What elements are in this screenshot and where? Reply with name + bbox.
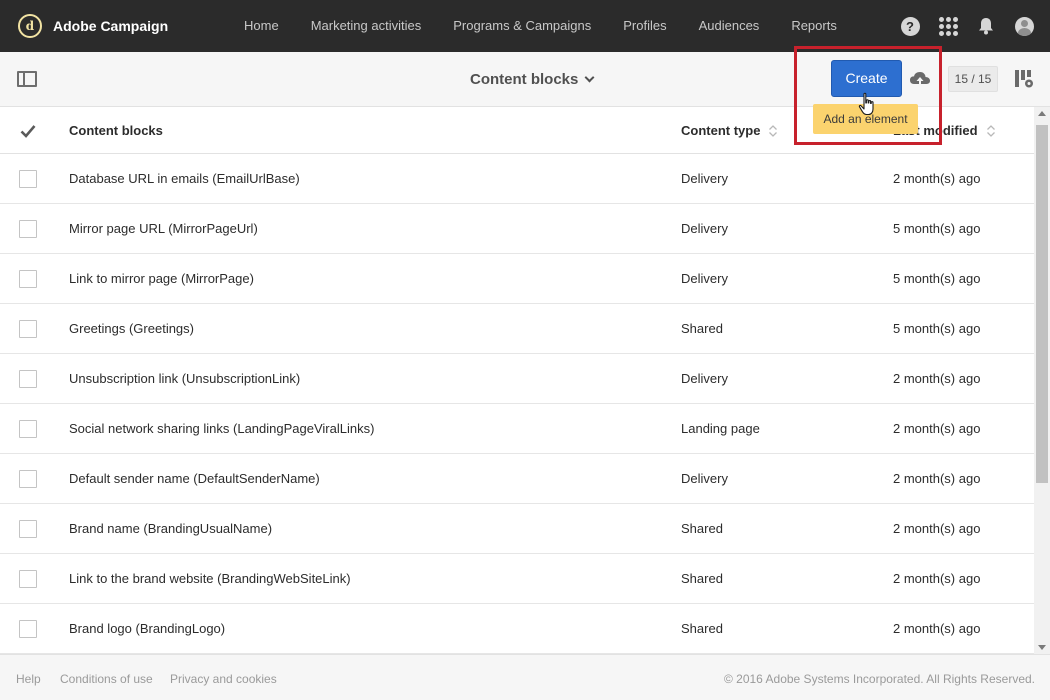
- column-header-content-blocks[interactable]: Content blocks: [69, 107, 163, 154]
- table-row[interactable]: Brand name (BrandingUsualName) Shared 2 …: [0, 504, 1034, 554]
- footer-conditions-link[interactable]: Conditions of use: [60, 655, 153, 700]
- cell-name[interactable]: Mirror page URL (MirrorPageUrl): [69, 204, 258, 254]
- nav-marketing-activities[interactable]: Marketing activities: [295, 0, 438, 52]
- row-checkbox[interactable]: [19, 570, 37, 588]
- column-config-icon[interactable]: [1014, 69, 1034, 89]
- nav-profiles[interactable]: Profiles: [607, 0, 682, 52]
- cell-name[interactable]: Greetings (Greetings): [69, 304, 194, 354]
- record-counter: 15 / 15: [948, 66, 998, 92]
- sort-icon: [769, 124, 778, 137]
- row-checkbox[interactable]: [19, 220, 37, 238]
- row-checkbox[interactable]: [19, 520, 37, 538]
- cell-type: Delivery: [681, 471, 728, 486]
- table-row[interactable]: Link to the brand website (BrandingWebSi…: [0, 554, 1034, 604]
- copyright-text: © 2016 Adobe Systems Incorporated. All R…: [723, 672, 1035, 686]
- main-nav: Home Marketing activities Programs & Cam…: [228, 0, 853, 52]
- cell-name[interactable]: Database URL in emails (EmailUrlBase): [69, 154, 300, 204]
- cell-name[interactable]: Brand logo (BrandingLogo): [69, 604, 225, 654]
- cloud-upload-icon[interactable]: [908, 67, 932, 91]
- nav-reports[interactable]: Reports: [775, 0, 853, 52]
- table-row[interactable]: Database URL in emails (EmailUrlBase) De…: [0, 154, 1034, 204]
- row-checkbox[interactable]: [19, 270, 37, 288]
- nav-programs-campaigns[interactable]: Programs & Campaigns: [437, 0, 607, 52]
- cell-name[interactable]: Unsubscription link (UnsubscriptionLink): [69, 354, 300, 404]
- cell-modified: 2 month(s) ago: [893, 171, 981, 186]
- row-checkbox[interactable]: [19, 370, 37, 388]
- content-blocks-list: Database URL in emails (EmailUrlBase) De…: [0, 154, 1034, 654]
- row-checkbox[interactable]: [19, 420, 37, 438]
- cell-type: Delivery: [681, 271, 728, 286]
- scroll-down-arrow-icon[interactable]: [1038, 645, 1046, 650]
- row-checkbox[interactable]: [19, 320, 37, 338]
- cell-type: Shared: [681, 621, 723, 636]
- cell-modified: 2 month(s) ago: [893, 421, 981, 436]
- cell-type: Delivery: [681, 171, 728, 186]
- nav-icon-group: ?: [882, 0, 1034, 52]
- view-title: Content blocks: [470, 71, 579, 88]
- table-row[interactable]: Brand logo (BrandingLogo) Shared 2 month…: [0, 604, 1034, 654]
- scroll-up-arrow-icon[interactable]: [1038, 111, 1046, 116]
- cell-modified: 2 month(s) ago: [893, 571, 981, 586]
- cell-modified: 2 month(s) ago: [893, 371, 981, 386]
- nav-audiences[interactable]: Audiences: [683, 0, 776, 52]
- cell-modified: 2 month(s) ago: [893, 621, 981, 636]
- app-logo[interactable]: d Adobe Campaign: [18, 14, 228, 38]
- notification-bell-icon[interactable]: [976, 16, 996, 36]
- help-icon[interactable]: ?: [900, 16, 920, 36]
- table-row[interactable]: Greetings (Greetings) Shared 5 month(s) …: [0, 304, 1034, 354]
- cell-type: Landing page: [681, 421, 760, 436]
- apps-grid-icon[interactable]: [938, 16, 958, 36]
- cell-type: Delivery: [681, 221, 728, 236]
- hand-cursor-icon: [858, 92, 878, 118]
- cell-modified: 2 month(s) ago: [893, 521, 981, 536]
- cell-type: Shared: [681, 321, 723, 336]
- select-all-checkmark-icon[interactable]: [20, 124, 36, 138]
- table-row[interactable]: Link to mirror page (MirrorPage) Deliver…: [0, 254, 1034, 304]
- cell-modified: 5 month(s) ago: [893, 221, 981, 236]
- table-row[interactable]: Mirror page URL (MirrorPageUrl) Delivery…: [0, 204, 1034, 254]
- footer-help-link[interactable]: Help: [16, 655, 41, 700]
- cell-name[interactable]: Link to mirror page (MirrorPage): [69, 254, 254, 304]
- cell-type: Delivery: [681, 371, 728, 386]
- cell-modified: 5 month(s) ago: [893, 271, 981, 286]
- column-header-content-type[interactable]: Content type: [681, 107, 778, 154]
- cell-type: Shared: [681, 521, 723, 536]
- cell-name[interactable]: Link to the brand website (BrandingWebSi…: [69, 554, 351, 604]
- chevron-down-icon: [584, 72, 595, 82]
- cell-modified: 5 month(s) ago: [893, 321, 981, 336]
- panel-toggle-icon[interactable]: [17, 71, 37, 87]
- table-row[interactable]: Unsubscription link (UnsubscriptionLink)…: [0, 354, 1034, 404]
- sort-icon: [986, 124, 995, 137]
- table-row[interactable]: Social network sharing links (LandingPag…: [0, 404, 1034, 454]
- adobe-campaign-logo-icon: d: [18, 14, 42, 38]
- row-checkbox[interactable]: [19, 470, 37, 488]
- user-avatar-icon[interactable]: [1014, 16, 1034, 36]
- row-checkbox[interactable]: [19, 170, 37, 188]
- table-row[interactable]: Default sender name (DefaultSenderName) …: [0, 454, 1034, 504]
- row-checkbox[interactable]: [19, 620, 37, 638]
- cell-modified: 2 month(s) ago: [893, 471, 981, 486]
- nav-home[interactable]: Home: [228, 0, 295, 52]
- vertical-scrollbar[interactable]: [1034, 107, 1050, 654]
- cell-type: Shared: [681, 571, 723, 586]
- page-footer: Help Conditions of use Privacy and cooki…: [0, 654, 1050, 700]
- cell-name[interactable]: Social network sharing links (LandingPag…: [69, 404, 374, 454]
- cell-name[interactable]: Default sender name (DefaultSenderName): [69, 454, 320, 504]
- app-name: Adobe Campaign: [53, 18, 169, 34]
- view-selector[interactable]: Content blocks: [470, 52, 595, 107]
- cell-name[interactable]: Brand name (BrandingUsualName): [69, 504, 272, 554]
- scrollbar-thumb[interactable]: [1036, 125, 1048, 483]
- top-nav-bar: d Adobe Campaign Home Marketing activiti…: [0, 0, 1050, 52]
- footer-privacy-link[interactable]: Privacy and cookies: [170, 655, 277, 700]
